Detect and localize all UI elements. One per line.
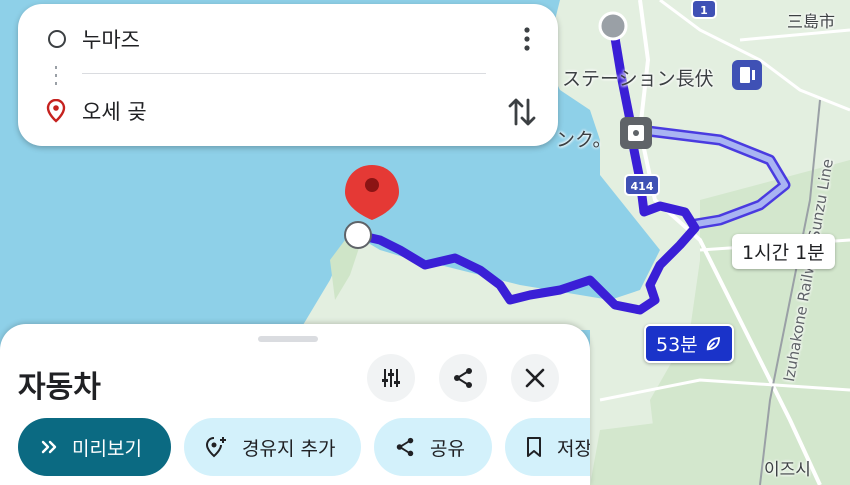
tune-icon bbox=[382, 369, 400, 387]
origin-marker[interactable] bbox=[598, 11, 628, 41]
share-route-button[interactable] bbox=[439, 354, 487, 402]
route-1-label: 1 bbox=[700, 4, 708, 17]
destination-input[interactable]: 오세 곶 bbox=[82, 96, 147, 126]
row-divider bbox=[82, 73, 486, 74]
city-label: 三島市 bbox=[787, 12, 836, 31]
destination-dot[interactable] bbox=[344, 221, 372, 249]
share-icon bbox=[396, 437, 414, 457]
add-waypoint-label: 경유지 추가 bbox=[242, 437, 336, 460]
preview-label: 미리보기 bbox=[72, 437, 142, 460]
eco-leaf-icon bbox=[706, 336, 720, 350]
route-414-label: 414 bbox=[631, 180, 654, 193]
station-label: ステーション長伏 bbox=[562, 68, 714, 90]
share-label: 공유 bbox=[430, 437, 465, 460]
route-options-button[interactable] bbox=[367, 354, 415, 402]
close-button[interactable] bbox=[511, 354, 559, 402]
add-location-icon bbox=[205, 437, 226, 458]
location-pin-icon bbox=[46, 99, 66, 123]
bookmark-icon bbox=[527, 437, 541, 457]
travel-mode-title: 자동차 bbox=[18, 370, 101, 405]
place-label-partial: ンク。 bbox=[556, 129, 612, 151]
connector-dots bbox=[55, 66, 57, 88]
sheet-drag-handle[interactable] bbox=[258, 336, 318, 342]
save-label: 저장 bbox=[557, 437, 590, 460]
double-chevron-icon bbox=[41, 440, 57, 454]
add-waypoint-button[interactable]: 경유지 추가 bbox=[184, 418, 361, 476]
bottom-sheet: 자동차 미리보기 경유지 추가 공유 저장 bbox=[0, 324, 590, 485]
transit-stop-icon[interactable] bbox=[620, 117, 652, 149]
close-icon bbox=[525, 368, 545, 388]
swap-directions-icon[interactable] bbox=[506, 94, 538, 130]
destination-row[interactable]: 오세 곶 bbox=[18, 86, 558, 136]
share-button[interactable]: 공유 bbox=[374, 418, 492, 476]
save-button[interactable]: 저장 bbox=[505, 418, 590, 476]
main-route-time-badge[interactable]: 53분 bbox=[644, 324, 734, 363]
origin-circle-icon bbox=[48, 30, 66, 48]
share-icon bbox=[454, 368, 472, 388]
preview-button[interactable]: 미리보기 bbox=[18, 418, 171, 476]
alt-route-time: 1시간 1분 bbox=[742, 242, 825, 264]
origin-input[interactable]: 누마즈 bbox=[82, 24, 140, 54]
main-route-time: 53분 bbox=[656, 334, 698, 356]
directions-search-card: 누마즈 오세 곶 bbox=[18, 4, 558, 146]
origin-row[interactable]: 누마즈 bbox=[18, 14, 558, 64]
town-label: 이즈시 bbox=[764, 460, 811, 480]
gas-station-icon[interactable] bbox=[732, 60, 762, 90]
more-options-icon[interactable] bbox=[524, 25, 530, 53]
alt-route-time-badge[interactable]: 1시간 1분 bbox=[732, 234, 835, 269]
